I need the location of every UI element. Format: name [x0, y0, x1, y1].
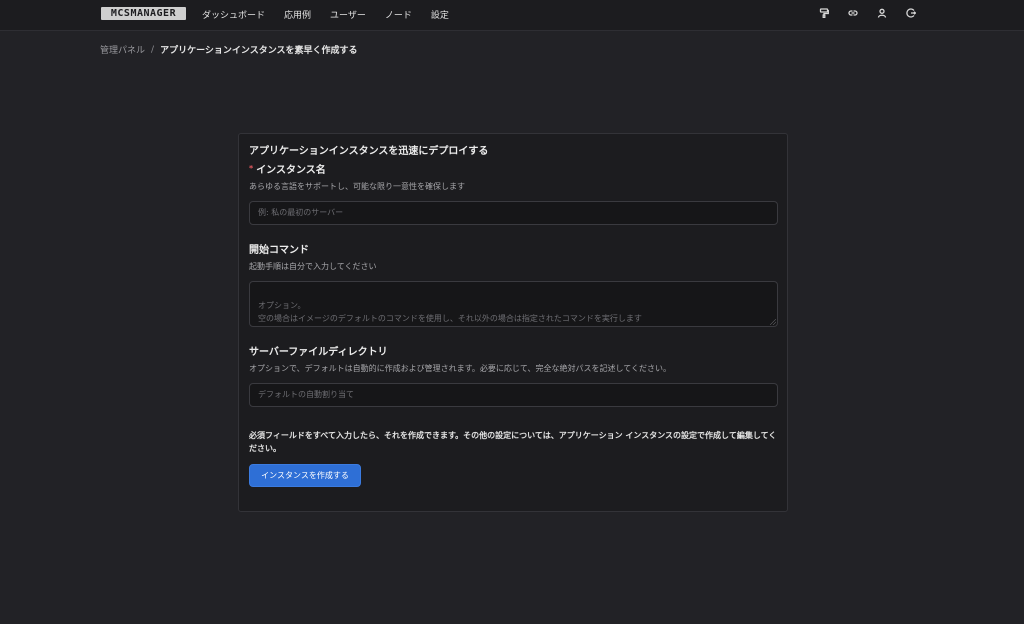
instance-name-label: * インスタンス名: [249, 161, 326, 176]
header-actions: [818, 7, 934, 19]
required-mark: *: [249, 164, 254, 173]
server-directory-input[interactable]: デフォルトの自動割り当て: [249, 383, 778, 407]
nav-dashboard[interactable]: ダッシュボード: [202, 8, 265, 21]
nav-settings[interactable]: 設定: [431, 8, 449, 21]
breadcrumb-current-page: アプリケーションインスタンスを素早く作成する: [160, 46, 358, 56]
mcsmanager-logo[interactable]: MCSMANAGER: [101, 7, 186, 20]
logout-icon[interactable]: [905, 7, 917, 19]
server-directory-help: オプションで、デフォルトは自動的に作成および管理されます。必要に応じて、完全な絶…: [249, 364, 671, 373]
breadcrumb-admin-panel[interactable]: 管理パネル: [100, 43, 145, 56]
nav-users[interactable]: ユーザー: [330, 8, 366, 21]
start-command-label: 開始コマンド: [249, 245, 309, 256]
link-icon[interactable]: [847, 7, 859, 19]
main-nav: ダッシュボード 応用例 ユーザー ノード 設定: [202, 0, 468, 28]
top-navbar: MCSMANAGER ダッシュボード 応用例 ユーザー ノード 設定: [0, 0, 1024, 31]
breadcrumb-separator: /: [151, 44, 155, 55]
user-icon[interactable]: [876, 7, 888, 19]
resize-handle[interactable]: [770, 319, 776, 325]
breadcrumb: 管理パネル / アプリケーションインスタンスを素早く作成する: [100, 43, 358, 57]
paint-roller-icon[interactable]: [818, 7, 830, 19]
create-note: 必須フィールドをすべて入力したら、それを作成できます。その他の設定については、ア…: [249, 431, 777, 453]
server-directory-label: サーバーファイルディレクトリ: [249, 347, 388, 358]
create-instance-button[interactable]: インスタンスを作成する: [249, 464, 361, 487]
instance-name-help: あらゆる言語をサポートし、可能な限り一意性を確保します: [249, 182, 465, 191]
nav-applications[interactable]: 応用例: [284, 8, 311, 21]
card-title: アプリケーションインスタンスを迅速にデプロイする: [249, 146, 489, 157]
start-command-placeholder: オプション。 空の場合はイメージのデフォルトのコマンドを使用し、それ以外の場合は…: [258, 301, 642, 323]
start-command-help: 起動手順は自分で入力してください: [249, 262, 377, 271]
nav-nodes[interactable]: ノード: [385, 8, 412, 21]
quick-deploy-card: アプリケーションインスタンスを迅速にデプロイする * インスタンス名 あらゆる言語…: [238, 133, 788, 512]
instance-name-label-text: インスタンス名: [256, 165, 326, 176]
instance-name-input[interactable]: 例: 私の最初のサーバー: [249, 201, 778, 225]
start-command-textarea[interactable]: オプション。 空の場合はイメージのデフォルトのコマンドを使用し、それ以外の場合は…: [249, 281, 778, 327]
